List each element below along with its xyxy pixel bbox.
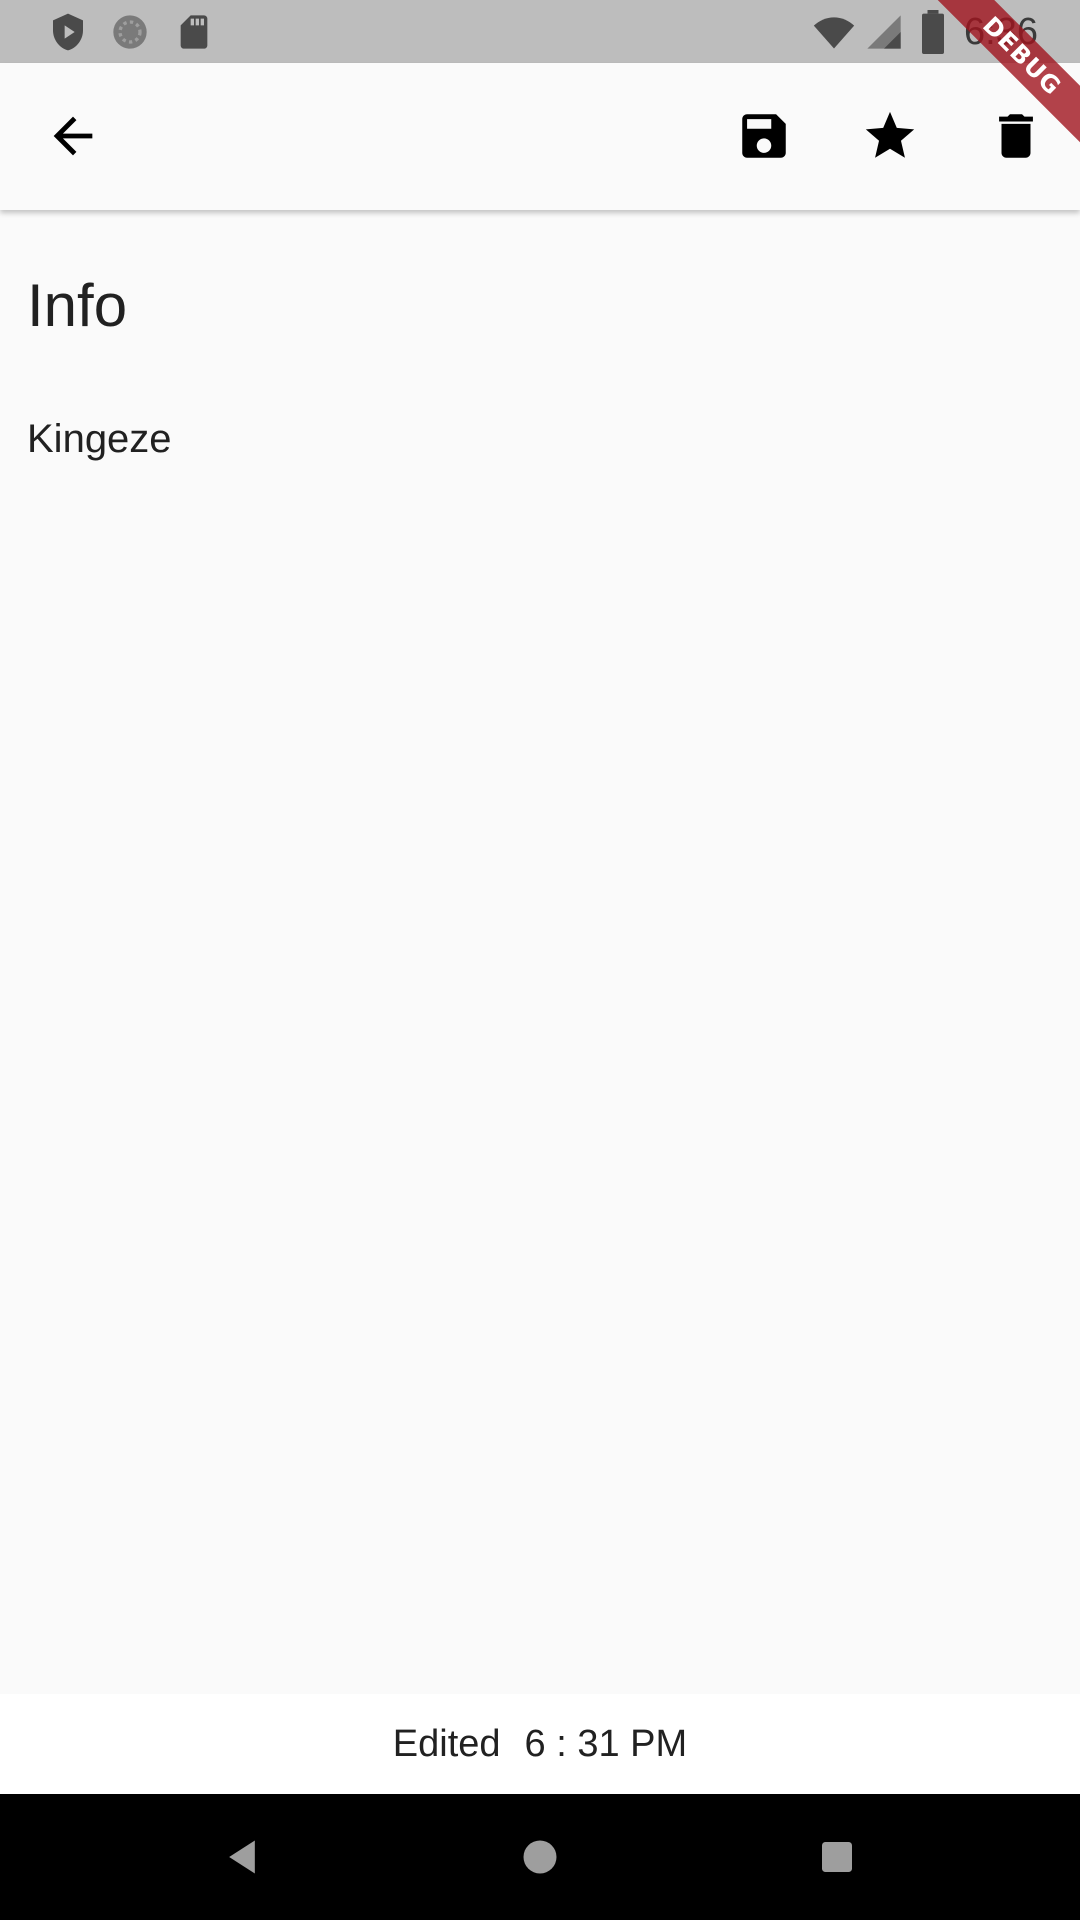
delete-icon bbox=[999, 114, 1033, 158]
note-title[interactable]: Info bbox=[27, 270, 127, 342]
status-bar: 6:36 bbox=[0, 0, 1080, 63]
sd-card-icon bbox=[174, 12, 214, 52]
app-bar bbox=[0, 63, 1080, 210]
save-icon bbox=[742, 114, 786, 158]
nav-home-icon bbox=[523, 1840, 557, 1874]
shield-play-icon bbox=[48, 12, 88, 52]
delete-button[interactable] bbox=[972, 92, 1060, 180]
wifi-icon bbox=[812, 10, 856, 54]
nav-home-button[interactable] bbox=[510, 1827, 570, 1887]
favorite-button[interactable] bbox=[846, 92, 934, 180]
cell-signal-icon bbox=[864, 12, 904, 52]
nav-recents-icon bbox=[822, 1842, 852, 1872]
star-icon bbox=[865, 111, 915, 158]
status-time: 6:36 bbox=[964, 11, 1038, 53]
note-content: Info Kingeze bbox=[0, 210, 1080, 1694]
edited-time: 6 : 31 PM bbox=[524, 1722, 688, 1765]
back-button[interactable] bbox=[29, 92, 117, 180]
save-button[interactable] bbox=[720, 92, 808, 180]
screen: 6:36 DEBUG Info Kingeze Edited 6 : 31 PM bbox=[0, 0, 1080, 1920]
system-nav-bar bbox=[0, 1794, 1080, 1920]
nav-recents-button[interactable] bbox=[807, 1827, 867, 1887]
edited-label: Edited bbox=[392, 1722, 501, 1765]
back-arrow-icon bbox=[53, 116, 93, 156]
sync-circle-icon bbox=[110, 12, 150, 52]
note-body[interactable]: Kingeze bbox=[27, 413, 172, 465]
nav-back-button[interactable] bbox=[212, 1827, 272, 1887]
battery-icon bbox=[918, 10, 948, 54]
edited-footer: Edited 6 : 31 PM bbox=[0, 1694, 1080, 1794]
nav-back-icon bbox=[229, 1840, 255, 1874]
